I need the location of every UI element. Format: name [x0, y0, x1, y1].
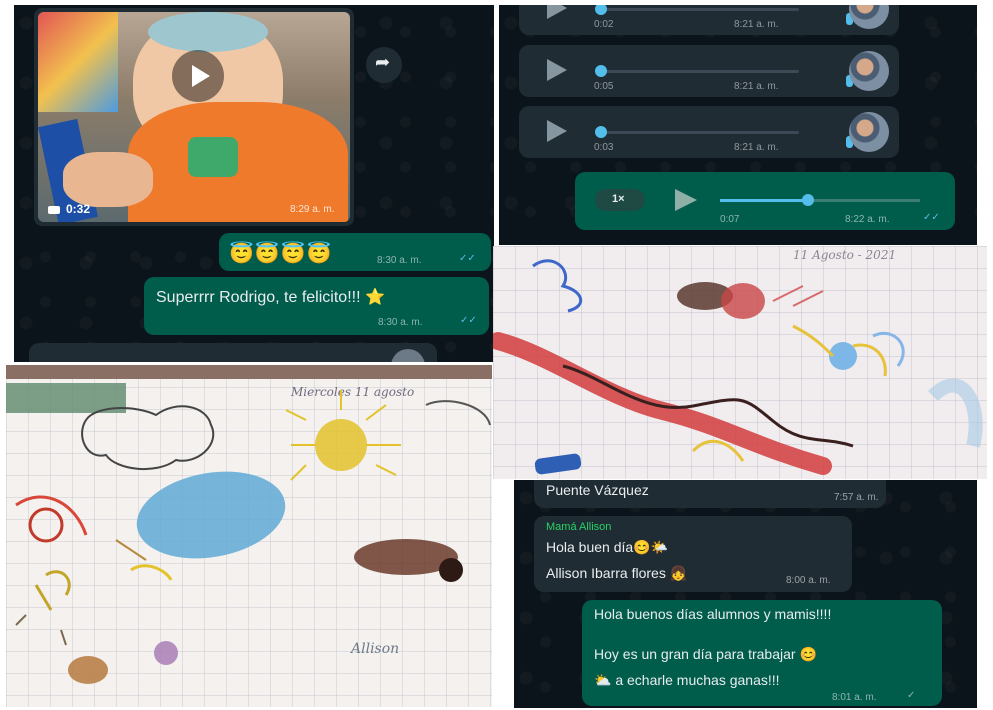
video-chat-panel: 0:32 8:29 a. m. ➦ 😇😇😇😇 8:30 a. m. ✓✓ Sup… — [14, 5, 494, 362]
audio-time: 8:22 a. m. — [845, 214, 890, 225]
sent-audio-message[interactable]: 1× 0:07 8:22 a. m. ✓✓ — [575, 172, 955, 230]
drawing-photo-right: 11 Agosto - 2021 — [493, 246, 987, 479]
message-text: Superrrr Rodrigo, te felicito!!! ⭐ — [156, 289, 385, 306]
outgoing-line-3: ⛅ a echarle muchas ganas!!! — [594, 672, 780, 688]
audio-duration: 0:05 — [594, 81, 614, 92]
audio-track[interactable] — [599, 8, 799, 11]
outgoing-line-1: Hola buenos días alumnos y mamis!!!! — [594, 606, 832, 622]
text-bubble[interactable]: Superrrr Rodrigo, te felicito!!! ⭐ 8:30 … — [144, 277, 489, 335]
incoming-line-1: Hola buen día😊🌤️ — [546, 539, 669, 555]
play-icon[interactable] — [547, 120, 567, 142]
avatar — [849, 112, 889, 152]
audio-scrubber[interactable] — [595, 126, 607, 138]
outgoing-line-2: Hoy es un gran día para trabajar 😊 — [594, 646, 817, 662]
play-icon[interactable] — [547, 59, 567, 81]
drawing-strokes — [493, 259, 983, 475]
drawing-signature: Allison — [351, 641, 400, 657]
audio-time: 8:21 a. m. — [734, 19, 779, 30]
playback-speed-button[interactable]: 1× — [595, 189, 645, 211]
speed-label: 1× — [612, 193, 625, 205]
chat-panel-bottom: Puente Vázquez 7:57 a. m. Mamá Allison H… — [514, 480, 977, 708]
incoming-bubble-partial — [29, 343, 437, 362]
outgoing-message-bubble[interactable]: Hola buenos días alumnos y mamis!!!! Hoy… — [582, 600, 942, 706]
incoming-line-2: Allison Ibarra flores 👧 — [546, 565, 688, 581]
play-button[interactable] — [172, 50, 224, 102]
audio-duration: 0:03 — [594, 142, 614, 153]
video-time: 8:29 a. m. — [290, 204, 335, 215]
drawing-date: 11 Agosto - 2021 — [793, 248, 897, 262]
audio-progress — [720, 199, 806, 202]
audio-track[interactable] — [599, 70, 799, 73]
audio-chat-panel: 0:02 8:21 a. m. 0:05 8:21 a. m. 0:03 8:2… — [499, 5, 977, 245]
audio-message[interactable]: 0:05 8:21 a. m. — [519, 45, 899, 97]
avatar — [849, 51, 889, 91]
audio-message[interactable]: 0:02 8:21 a. m. — [519, 5, 899, 35]
audio-duration: 0:07 — [720, 214, 740, 225]
play-icon[interactable] — [675, 189, 697, 211]
play-icon[interactable] — [547, 5, 567, 19]
outgoing-time: 8:01 a. m. — [832, 692, 877, 703]
read-ticks-icon: ✓✓ — [459, 253, 476, 264]
partial-message-bubble[interactable]: Puente Vázquez 7:57 a. m. — [534, 480, 886, 508]
avatar — [391, 349, 425, 362]
read-ticks-icon: ✓✓ — [460, 315, 477, 326]
forward-button[interactable]: ➦ — [366, 47, 402, 83]
audio-duration: 0:02 — [594, 19, 614, 30]
emoji-row: 😇😇😇😇 — [229, 243, 333, 265]
sent-tick-icon: ✓ — [907, 690, 916, 701]
sender-name: Mamá Allison — [546, 521, 612, 533]
forward-icon: ➦ — [375, 52, 391, 72]
audio-time: 8:21 a. m. — [734, 142, 779, 153]
video-camera-icon — [48, 206, 60, 214]
audio-scrubber[interactable] — [595, 5, 607, 15]
avatar — [849, 5, 889, 29]
drawing-strokes — [15, 390, 491, 684]
video-thumbnail — [38, 12, 350, 222]
drawing-photo-left: Miercoles 11 agosto Allison — [6, 365, 492, 707]
incoming-time: 8:00 a. m. — [786, 575, 831, 586]
emoji-time: 8:30 a. m. — [377, 255, 422, 266]
incoming-message-bubble[interactable]: Mamá Allison Hola buen día😊🌤️ Allison Ib… — [534, 516, 852, 592]
audio-track[interactable] — [599, 131, 799, 134]
partial-message-time: 7:57 a. m. — [834, 492, 879, 503]
message-time: 8:30 a. m. — [378, 317, 423, 328]
read-ticks-icon: ✓✓ — [923, 212, 940, 223]
audio-scrubber[interactable] — [802, 194, 814, 206]
audio-scrubber[interactable] — [595, 65, 607, 77]
video-message[interactable]: 0:32 8:29 a. m. — [34, 8, 354, 226]
audio-time: 8:21 a. m. — [734, 81, 779, 92]
audio-message[interactable]: 0:03 8:21 a. m. — [519, 106, 899, 158]
video-duration: 0:32 — [66, 202, 91, 216]
partial-message-text: Puente Vázquez — [546, 482, 649, 498]
play-icon — [192, 65, 210, 87]
emoji-bubble[interactable]: 😇😇😇😇 8:30 a. m. ✓✓ — [219, 233, 491, 271]
